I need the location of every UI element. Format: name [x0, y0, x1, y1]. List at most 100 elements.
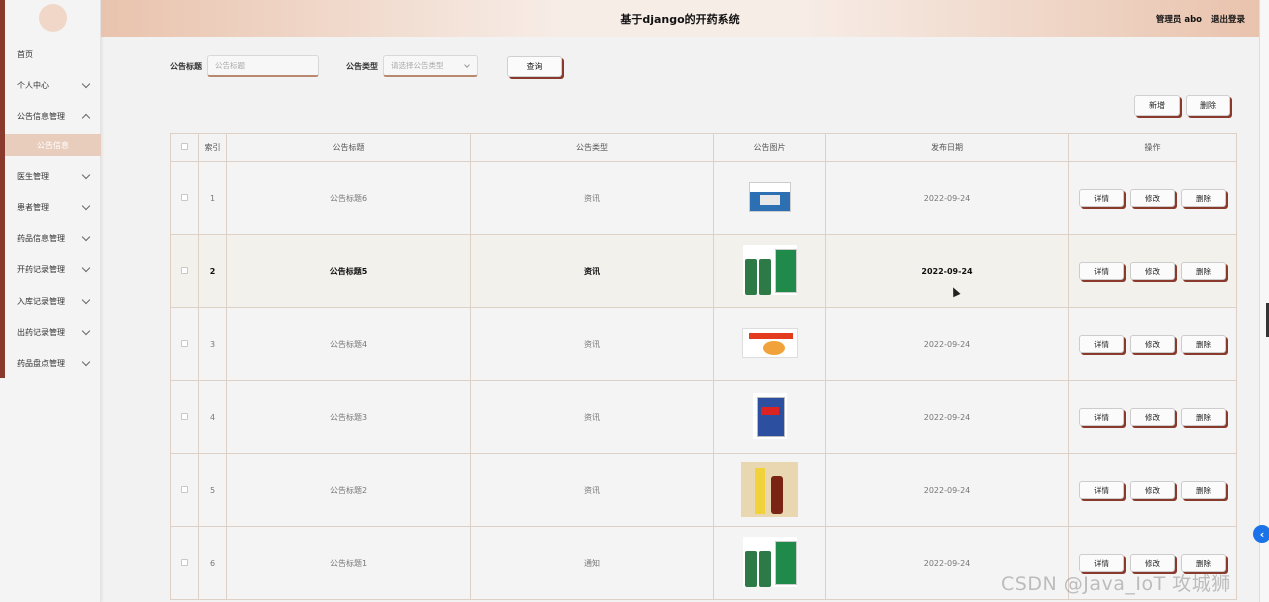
cell-date: 2022-09-24: [825, 380, 1069, 454]
delete-button[interactable]: 删除: [1181, 481, 1226, 499]
row-checkbox[interactable]: [181, 193, 188, 201]
notice-image[interactable]: [742, 537, 797, 587]
cell-image: [713, 161, 826, 235]
cell-title: 公告标题3: [226, 380, 471, 454]
select-all-cell[interactable]: [170, 133, 199, 162]
avatar[interactable]: [39, 4, 67, 32]
cell-type: 资讯: [470, 161, 714, 235]
detail-button[interactable]: 详情: [1079, 408, 1124, 426]
sidebar-item-stock-in-records[interactable]: 入库记录管理: [17, 291, 97, 311]
cell-title: 公告标题2: [226, 453, 471, 527]
notice-image[interactable]: [741, 328, 798, 358]
cell-actions: 详情 修改 删除: [1068, 380, 1237, 454]
col-header-date: 发布日期: [825, 133, 1069, 162]
sidebar-item-label: 药品盘点管理: [17, 358, 65, 368]
chevron-down-icon: [81, 326, 91, 335]
edit-button[interactable]: 修改: [1130, 335, 1175, 353]
delete-button[interactable]: 删除: [1181, 262, 1226, 280]
delete-button[interactable]: 删除: [1181, 408, 1226, 426]
detail-button[interactable]: 详情: [1079, 189, 1124, 207]
cell-image: [713, 453, 826, 527]
notice-image[interactable]: [752, 393, 787, 439]
collapse-arrow-icon[interactable]: ‹: [1253, 525, 1269, 543]
cell-title: 公告标题4: [226, 307, 471, 381]
sidebar-item-notice-management[interactable]: 公告信息管理: [17, 106, 97, 126]
chevron-up-icon: [81, 113, 91, 122]
notice-image[interactable]: [741, 461, 798, 517]
search-type-placeholder: 请选择公告类型: [391, 61, 444, 70]
sidebar-item-prescription-records[interactable]: 开药记录管理: [17, 259, 97, 279]
cell-image: [713, 234, 826, 308]
select-all-checkbox[interactable]: [181, 143, 188, 150]
table-row: 3 公告标题4 资讯 2022-09-24 详情 修改 删除: [170, 307, 1237, 381]
sidebar-item-doctor-management[interactable]: 医生管理: [17, 166, 97, 186]
cell-type: 资讯: [470, 234, 714, 308]
row-checkbox[interactable]: [181, 339, 188, 347]
edit-button[interactable]: 修改: [1130, 481, 1175, 499]
row-select-cell[interactable]: [170, 307, 199, 381]
table-row: 5 公告标题2 资讯 2022-09-24 详情 修改 删除: [170, 453, 1237, 527]
col-header-actions: 操作: [1068, 133, 1237, 162]
sidebar-item-inventory-check[interactable]: 药品盘点管理: [17, 353, 97, 373]
cell-date: 2022-09-24: [825, 307, 1069, 381]
sidebar-item-label: 首页: [17, 49, 33, 59]
notice-table: 索引 公告标题 公告类型 公告图片 发布日期 操作 1 公告标题6 资讯 202…: [170, 133, 1237, 600]
notice-image[interactable]: [742, 245, 797, 295]
page-scrollbar[interactable]: [1259, 0, 1269, 602]
cell-title: 公告标题5: [226, 234, 471, 308]
cell-date: 2022-09-24: [825, 161, 1069, 235]
query-button[interactable]: 查询: [507, 56, 562, 77]
sidebar-subitem-notice-info[interactable]: 公告信息: [5, 134, 101, 156]
row-select-cell[interactable]: [170, 526, 199, 600]
sidebar-item-medicine-management[interactable]: 药品信息管理: [17, 228, 97, 248]
delete-button[interactable]: 删除: [1181, 189, 1226, 207]
chevron-down-icon: [81, 170, 91, 179]
cell-image: [713, 526, 826, 600]
chevron-down-icon: [81, 263, 91, 272]
cell-type: 资讯: [470, 453, 714, 527]
row-select-cell[interactable]: [170, 161, 199, 235]
sidebar: 首页 个人中心 公告信息管理 公告信息 医生管理 患者管理 药品信息管理 开药记…: [0, 0, 101, 602]
cell-date: 2022-09-24: [825, 453, 1069, 527]
top-header: 基于django的开药系统 管理员 abo 退出登录: [101, 0, 1259, 37]
logout-link[interactable]: 退出登录: [1211, 15, 1245, 25]
chevron-down-icon: [81, 232, 91, 241]
table-row: 1 公告标题6 资讯 2022-09-24 详情 修改 删除: [170, 161, 1237, 235]
row-select-cell[interactable]: [170, 453, 199, 527]
cell-index: 3: [198, 307, 227, 381]
search-title-input[interactable]: 公告标题: [207, 55, 319, 77]
notice-image[interactable]: [748, 182, 791, 212]
detail-button[interactable]: 详情: [1079, 262, 1124, 280]
bulk-delete-button[interactable]: 删除: [1186, 95, 1230, 116]
cell-actions: 详情 修改 删除: [1068, 453, 1237, 527]
sidebar-item-label: 开药记录管理: [17, 264, 65, 274]
row-select-cell[interactable]: [170, 234, 199, 308]
add-button[interactable]: 新增: [1134, 95, 1180, 116]
cell-title: 公告标题6: [226, 161, 471, 235]
delete-button[interactable]: 删除: [1181, 335, 1226, 353]
row-select-cell[interactable]: [170, 380, 199, 454]
sidebar-item-home[interactable]: 首页: [17, 44, 97, 64]
row-checkbox[interactable]: [181, 266, 188, 274]
row-checkbox[interactable]: [181, 558, 188, 566]
sidebar-item-patient-management[interactable]: 患者管理: [17, 197, 97, 217]
detail-button[interactable]: 详情: [1079, 481, 1124, 499]
row-checkbox[interactable]: [181, 412, 188, 420]
sidebar-item-label: 出药记录管理: [17, 327, 65, 337]
search-type-select[interactable]: 请选择公告类型: [383, 55, 478, 77]
edit-button[interactable]: 修改: [1130, 189, 1175, 207]
edit-button[interactable]: 修改: [1130, 408, 1175, 426]
sidebar-item-dispense-records[interactable]: 出药记录管理: [17, 322, 97, 342]
chevron-down-icon: [81, 357, 91, 366]
col-header-image: 公告图片: [713, 133, 826, 162]
sidebar-item-label: 个人中心: [17, 80, 49, 90]
user-role: 管理员 abo: [1155, 14, 1203, 25]
cell-index: 6: [198, 526, 227, 600]
edit-button[interactable]: 修改: [1130, 262, 1175, 280]
cell-type: 资讯: [470, 307, 714, 381]
col-header-index: 索引: [198, 133, 227, 162]
row-checkbox[interactable]: [181, 485, 188, 493]
detail-button[interactable]: 详情: [1079, 335, 1124, 353]
chevron-down-icon: [81, 201, 91, 210]
sidebar-item-personal-center[interactable]: 个人中心: [17, 75, 97, 95]
